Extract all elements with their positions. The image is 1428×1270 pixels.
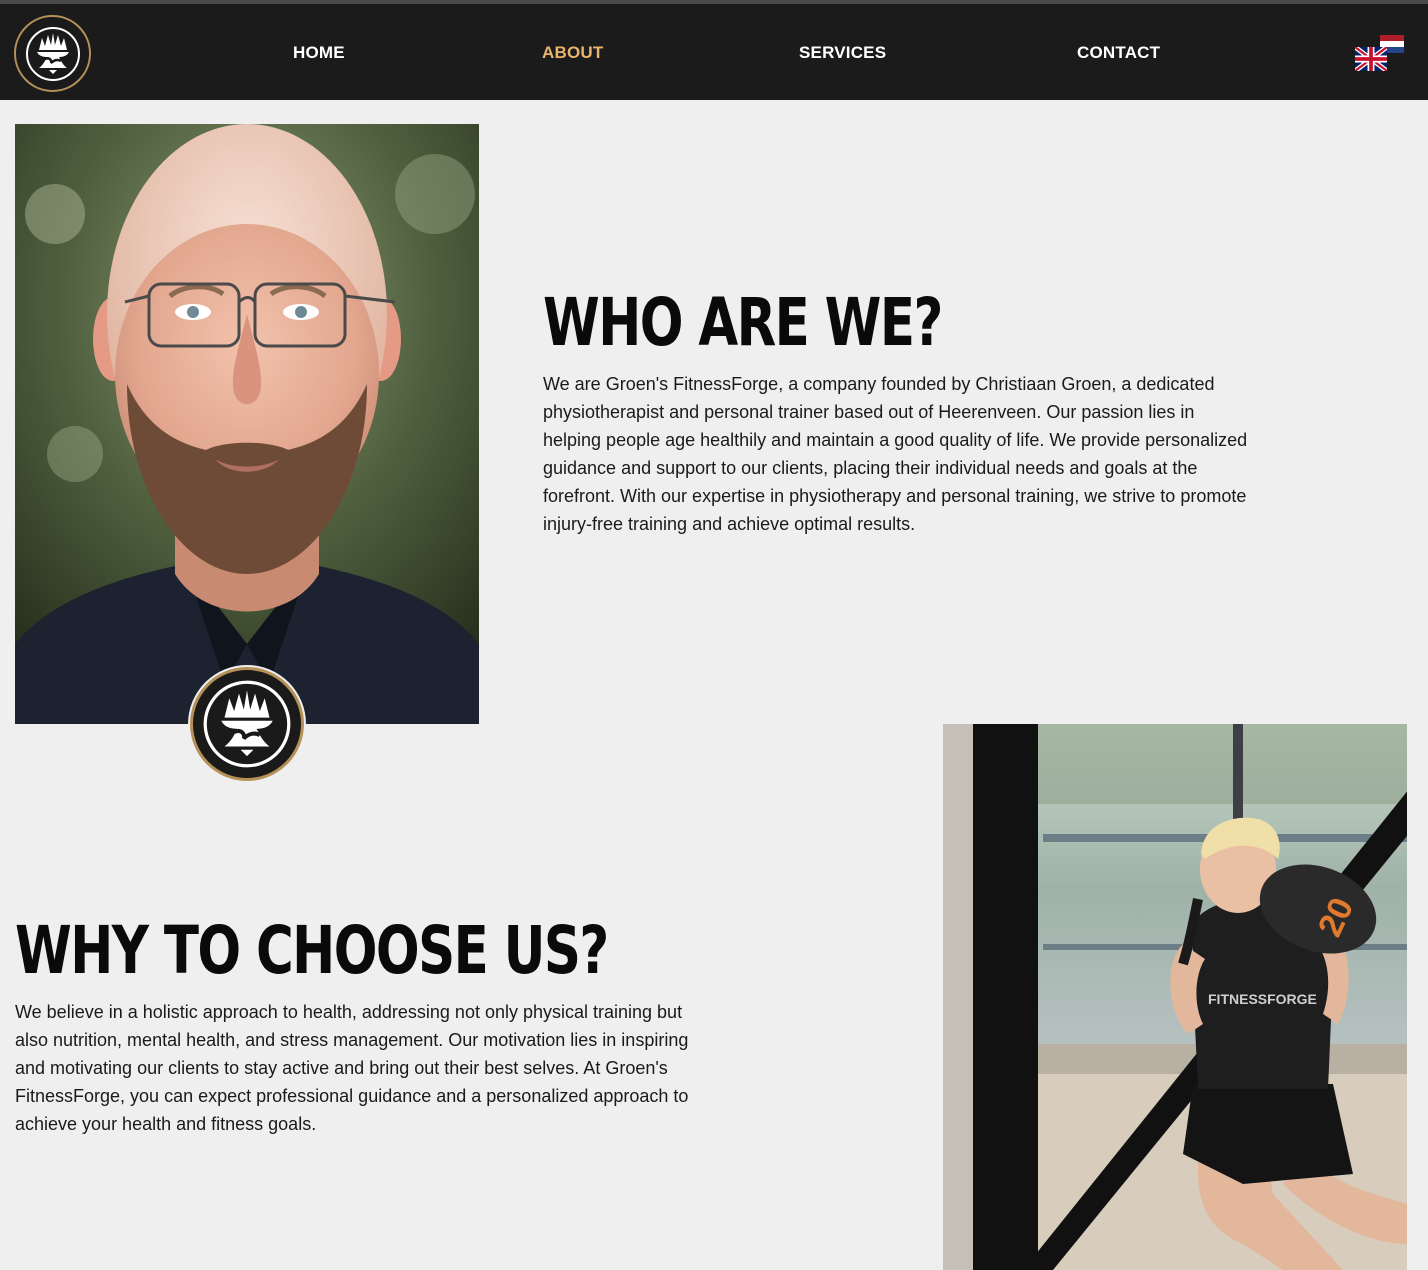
language-switcher xyxy=(1355,35,1405,75)
who-heading: WHO ARE WE? xyxy=(543,284,943,361)
why-text: We believe in a holistic approach to hea… xyxy=(15,1002,689,1134)
nav-services[interactable]: SERVICES xyxy=(799,43,886,63)
uk-flag-icon[interactable] xyxy=(1355,47,1387,71)
training-photo: FITNESSFORGE 20 xyxy=(943,724,1407,1270)
anvil-flame-badge-icon xyxy=(203,680,291,768)
brand-badge xyxy=(190,667,304,781)
nav-contact[interactable]: CONTACT xyxy=(1077,43,1160,63)
portrait-photo xyxy=(15,124,479,724)
anvil-flame-logo-icon xyxy=(25,26,80,81)
nav-home[interactable]: HOME xyxy=(293,43,345,63)
site-header: HOME ABOUT SERVICES CONTACT xyxy=(0,4,1428,100)
nav-about[interactable]: ABOUT xyxy=(542,43,603,63)
why-heading: WHY TO CHOOSE US? xyxy=(15,912,609,989)
site-logo[interactable] xyxy=(14,15,91,92)
svg-text:FITNESSFORGE: FITNESSFORGE xyxy=(1208,991,1317,1007)
portrait-illustration xyxy=(15,124,479,724)
who-text: We are Groen's FitnessForge, a company f… xyxy=(543,374,1248,534)
training-illustration: FITNESSFORGE 20 xyxy=(943,724,1407,1270)
